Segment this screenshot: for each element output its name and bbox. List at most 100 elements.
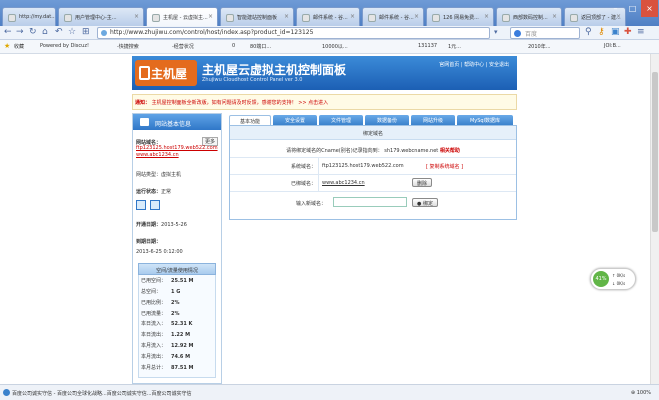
stat-row: 已用比例： 2% [141,299,213,310]
maximize-icon[interactable]: □ [624,0,641,17]
header-links[interactable]: 官网首页 | 帮助中心 | 安全退出 [439,61,509,68]
stat-row: 本日流出： 1.22 M [141,331,213,342]
stats-title: 空间/流量使用情况 [138,263,216,275]
address-bar[interactable]: http://www.zhujiwu.com/control/host/inde… [97,27,490,39]
close-icon[interactable]: × [484,13,489,20]
tab-basic[interactable]: 基本功能 [229,115,271,125]
panel-title: 主机屋云虚拟主机控制面板 [202,63,347,77]
notice-text[interactable]: 主机屋控制面板全新改版，如有问题请及时反馈，感谢您的支持！ >> 点击进入 [152,100,329,106]
tab-8[interactable]: 西部数码控制... × [496,7,562,26]
tab-files[interactable]: 文件管理 [319,115,363,125]
site-icon [101,30,107,36]
stat-value: 1.22 M [171,332,191,338]
home-icon[interactable]: ⌂ [42,27,48,38]
tab-label: 邮件系统 - 谷... [313,15,348,21]
stat-row: 本月流出： 74.6 M [141,353,213,364]
bound-domain-link[interactable]: www.abc1234.cn [322,180,365,186]
undo-icon[interactable]: ↶ [55,27,63,38]
stat-label: 总空间： [141,289,162,295]
scrollbar-thumb[interactable] [652,72,658,232]
logo[interactable]: 主机屋 [135,60,197,86]
navigation-bar: ← → ↻ ⌂ ↶ ☆ ⊞ http://www.zhujiwu.com/con… [0,26,659,40]
tab-upgrade[interactable]: 网站升级 [411,115,455,125]
forward-icon[interactable]: → [16,27,24,38]
tab-1[interactable]: http://my.dat... [2,7,56,26]
domain-link[interactable]: www.abc1234.cn [136,152,179,158]
bookmark-item[interactable]: JOI:B... [604,43,621,49]
tab-backup[interactable]: 数据备份 [365,115,409,125]
tab-5[interactable]: 邮件系统 - 谷... × [296,7,360,26]
panel-header: 主机屋 主机屋云虚拟主机控制面板 Zhujiwu Cloudhost Contr… [132,56,517,90]
cname-help-link[interactable]: 相关帮助 [440,148,460,154]
bookmark-item[interactable]: 80端口... [250,43,271,50]
tab-7[interactable]: 126 网易免费... × [426,7,494,26]
new-domain-input[interactable] [333,197,407,207]
close-icon[interactable]: × [414,13,419,20]
site-info-header: 网站基本信息 [133,114,221,130]
reload-icon[interactable]: ↻ [29,27,37,38]
tab-security[interactable]: 安全设置 [273,115,317,125]
minimize-icon[interactable]: – [607,0,624,17]
search-icon[interactable]: ⚲ [585,27,592,38]
tab-label: 西部数码控制... [513,15,548,21]
tab-3[interactable]: 主机屋 - 云虚拟主... × [146,7,218,27]
bookmark-item[interactable]: 1元... [448,43,461,50]
upload-speed-value: 0K/s [616,273,626,278]
close-icon[interactable]: × [350,13,355,20]
bookmark-item[interactable]: 10000以... [322,43,348,50]
search-input[interactable]: 百度 [510,27,580,39]
divider [230,157,516,158]
tab-mysql[interactable]: MySql数据库 [457,115,513,125]
stat-label: 本日流出： [141,332,167,338]
back-icon[interactable]: ← [4,27,12,38]
stats-box: 已用空间： 25.51 M 总空间： 1 G 已用比例： 2% 已用流量： 2% 本日流… [138,275,216,378]
close-window-icon[interactable]: × [641,0,658,17]
speed-widget[interactable]: 41% ↑ 0K/s ↓ 0K/s [590,268,636,290]
menu-icon[interactable]: ≡ [637,27,645,38]
search-engine-icon [514,30,521,37]
bookmark-item[interactable]: 131137 [418,43,437,49]
status-message[interactable]: 百度公司诚实守信 - 百度公司全球化战略...百度公司诚实守信...百度公司诚实… [12,390,192,397]
bookmark-item[interactable]: 2010年... [528,43,551,50]
expire-value: 2013-6-25 0:12:00 [136,249,183,255]
notice-label: 通知： [135,100,151,106]
start-button[interactable] [136,200,146,210]
delete-button[interactable]: 删除 [412,178,433,187]
extension-icon[interactable]: ▣ [611,27,620,38]
copy-domain-link[interactable]: [ 复制系统域名 ] [426,163,463,170]
tab-label: 126 网易免费... [443,15,479,21]
tab-label: 用户管理中心-主... [75,15,117,21]
tab-2[interactable]: 用户管理中心-主... × [58,7,144,26]
close-icon[interactable]: × [284,13,289,20]
stop-button[interactable] [150,200,160,210]
stat-row: 本月总计： 87.51 M [141,364,213,375]
page-icon [502,14,510,22]
bookmark-item[interactable]: Powered by Discuz! [40,43,89,49]
stat-label: 本月流入： [141,343,167,349]
bookmark-item[interactable]: -快捷搜索 [117,43,139,50]
favorite-icon[interactable]: ☆ [68,27,76,38]
tab-label: 邮件系统 - 谷... [379,15,414,21]
close-icon[interactable]: × [552,13,557,20]
bookmark-icon[interactable]: ⊞ [82,27,90,38]
stat-value: 12.92 M [171,343,194,349]
vertical-scrollbar[interactable] [650,54,659,384]
close-icon[interactable]: × [208,13,213,20]
zoom-icon: ⊕ [630,390,636,396]
expire-row: 到期日期： [133,231,221,245]
tools-icon[interactable]: ✚ [624,27,632,38]
upload-speed: ↑ 0K/s [612,273,626,278]
close-icon[interactable]: × [134,13,139,20]
tab-4[interactable]: 智能建站控制面板 × [220,7,294,26]
bind-button[interactable]: ● 绑定 [412,198,438,207]
key-icon[interactable]: ⚷ [598,27,605,38]
stat-label: 已用空间： [141,278,167,284]
zoom-level[interactable]: ⊕ 100% [631,390,651,396]
bookmark-item[interactable]: 0 [232,43,235,49]
bookmark-item[interactable]: 收藏 [14,43,24,50]
dropdown-icon[interactable]: ▾ [494,27,498,38]
tab-6[interactable]: 邮件系统 - 谷... × [362,7,424,26]
bookmark-item[interactable]: -经营状况 [172,43,194,50]
logo-text: 主机屋 [151,67,188,81]
domain-link-row: www.abc1234.cn [133,151,221,159]
